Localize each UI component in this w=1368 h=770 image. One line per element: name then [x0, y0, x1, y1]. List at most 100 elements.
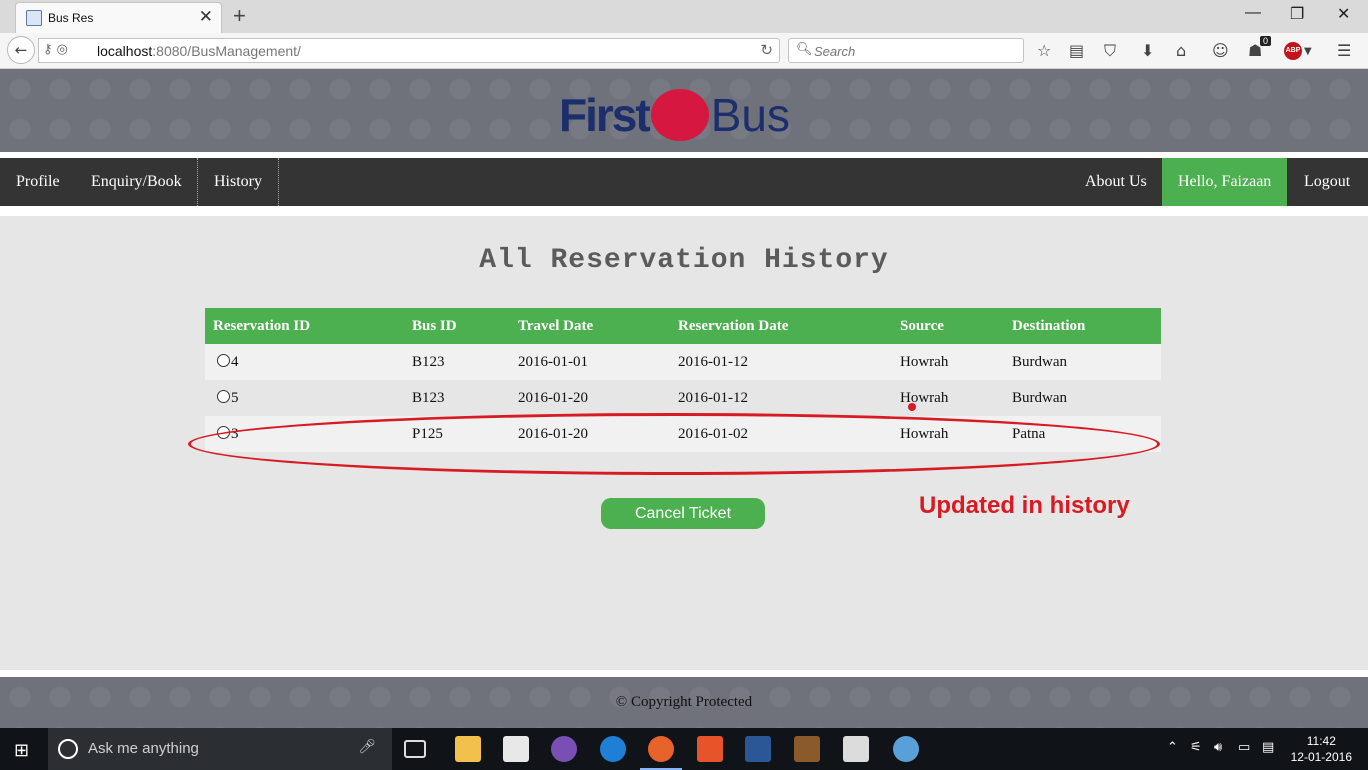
- source-cell: Howrah: [892, 416, 1004, 452]
- table-row: 3 P125 2016-01-20 2016-01-02 Howrah Patn…: [205, 416, 1161, 452]
- notification-badge: 0: [1260, 36, 1272, 46]
- edge-icon[interactable]: [600, 736, 626, 762]
- url-text[interactable]: localhost:8080/BusManagement/: [97, 43, 301, 59]
- close-window-icon[interactable]: ✕: [1337, 4, 1350, 24]
- menu-enquiry-book[interactable]: Enquiry/Book: [75, 158, 198, 206]
- first-bus-logo: First Bus: [559, 88, 790, 141]
- firefox-icon[interactable]: [640, 736, 682, 770]
- site-footer: © Copyright Protected: [0, 677, 1368, 728]
- annotation-dot: [908, 403, 916, 411]
- reservation-date-cell: 2016-01-12: [670, 380, 892, 416]
- reservation-id-cell: 5: [205, 380, 404, 416]
- pocket-icon[interactable]: ⛉: [1104, 41, 1116, 61]
- travel-date-cell: 2016-01-20: [510, 416, 670, 452]
- bus-id-cell: B123: [404, 380, 510, 416]
- volume-icon[interactable]: 🔊︎: [1214, 740, 1222, 755]
- browser-tabbar: Bus Res ✕ + — ❐ ✕: [0, 0, 1368, 33]
- travel-date-cell: 2016-01-20: [510, 380, 670, 416]
- clock-time: 11:42: [1306, 734, 1336, 748]
- destination-cell: Burdwan: [1004, 380, 1161, 416]
- reading-list-icon[interactable]: ▤: [1069, 41, 1084, 60]
- back-icon[interactable]: ←: [7, 36, 35, 64]
- cortana-icon: [58, 739, 78, 759]
- reservation-id-cell: 3: [205, 416, 404, 452]
- column-header: Source: [892, 308, 1004, 344]
- annotation-text: Updated in history: [919, 492, 1130, 519]
- column-header: Reservation ID: [205, 308, 404, 344]
- app-icon[interactable]: [551, 736, 577, 762]
- column-header: Destination: [1004, 308, 1161, 344]
- store-icon[interactable]: [503, 736, 529, 762]
- action-center-icon[interactable]: ▤: [1262, 740, 1274, 755]
- hello-chat-icon[interactable]: ☺: [1212, 41, 1229, 60]
- minimize-icon[interactable]: —: [1245, 4, 1261, 22]
- paint-icon[interactable]: [893, 736, 919, 762]
- reservation-radio[interactable]: [217, 389, 230, 403]
- search-placeholder: Search: [814, 44, 856, 59]
- reservation-table: Reservation ID Bus ID Travel Date Reserv…: [205, 308, 1161, 452]
- main-menu: Profile Enquiry/Book History About Us He…: [0, 158, 1368, 206]
- menu-profile[interactable]: Profile: [0, 158, 76, 206]
- menu-user-greeting[interactable]: Hello, Faizaan: [1162, 158, 1288, 206]
- download-icon[interactable]: ⬇: [1141, 41, 1154, 60]
- reservation-date-cell: 2016-01-12: [670, 344, 892, 380]
- wifi-icon[interactable]: ⚟: [1190, 740, 1202, 755]
- site-identity-icon[interactable]: ⚷◎: [43, 42, 72, 57]
- adblock-icon[interactable]: ABP: [1284, 42, 1302, 60]
- table-row: 4 B123 2016-01-01 2016-01-12 Howrah Burd…: [205, 344, 1161, 380]
- menu-about-us[interactable]: About Us: [1069, 158, 1163, 206]
- word-icon[interactable]: [745, 736, 771, 762]
- close-tab-icon[interactable]: ✕: [199, 7, 213, 27]
- reservation-date-cell: 2016-01-02: [670, 416, 892, 452]
- source-cell: Howrah: [892, 380, 1004, 416]
- bus-id-cell: B123: [404, 344, 510, 380]
- app-icon[interactable]: [794, 736, 820, 762]
- copyright-text: © Copyright Protected: [615, 694, 753, 710]
- microphone-icon[interactable]: 🎤︎: [358, 739, 376, 755]
- destination-cell: Burdwan: [1004, 344, 1161, 380]
- table-row: 5 B123 2016-01-20 2016-01-12 Howrah Burd…: [205, 380, 1161, 416]
- restore-icon[interactable]: ❐: [1290, 4, 1304, 24]
- url-bar[interactable]: ⚷◎ localhost:8080/BusManagement/ ↻: [38, 38, 780, 63]
- show-hidden-icons-icon[interactable]: ⌃: [1167, 740, 1178, 755]
- table-header-row: Reservation ID Bus ID Travel Date Reserv…: [205, 308, 1161, 344]
- cancel-ticket-button[interactable]: Cancel Ticket: [601, 498, 765, 529]
- divider: [0, 670, 1368, 677]
- battery-icon[interactable]: ▭: [1238, 740, 1250, 755]
- clock-date: 12-01-2016: [1290, 750, 1352, 764]
- windows-taskbar: ⊞ Ask me anything 🎤︎ ⌃ ⚟ 🔊︎ ▭ ▤ 11:42 12…: [0, 728, 1368, 770]
- photos-icon[interactable]: [843, 736, 869, 762]
- adblock-dropdown-icon[interactable]: ▼: [1304, 46, 1312, 57]
- reservation-radio[interactable]: [217, 425, 230, 439]
- search-icon: 🔍︎: [796, 42, 813, 57]
- cortana-search-box[interactable]: Ask me anything 🎤︎: [48, 728, 392, 770]
- bookmark-star-icon[interactable]: ☆: [1037, 41, 1051, 60]
- menu-history[interactable]: History: [197, 158, 279, 206]
- bus-id-cell: P125: [404, 416, 510, 452]
- office-icon[interactable]: [697, 736, 723, 762]
- divider: [0, 206, 1368, 216]
- home-icon[interactable]: ⌂: [1176, 41, 1186, 60]
- column-header: Reservation Date: [670, 308, 892, 344]
- reload-icon[interactable]: ↻: [760, 41, 773, 59]
- new-tab-icon[interactable]: +: [233, 3, 246, 29]
- reservation-radio[interactable]: [217, 353, 230, 367]
- column-header: Bus ID: [404, 308, 510, 344]
- menu-logout[interactable]: Logout: [1288, 158, 1366, 206]
- menu-icon[interactable]: ☰: [1337, 41, 1351, 60]
- search-input[interactable]: 🔍︎ Search: [788, 38, 1024, 63]
- page-title: All Reservation History: [479, 245, 889, 276]
- site-header: First Bus: [0, 69, 1368, 152]
- source-cell: Howrah: [892, 344, 1004, 380]
- windows-start-icon[interactable]: ⊞: [14, 740, 29, 761]
- browser-navbar: ← ⚷◎ localhost:8080/BusManagement/ ↻ 🔍︎ …: [0, 33, 1368, 69]
- tab-title: Bus Res: [48, 11, 94, 25]
- column-header: Travel Date: [510, 308, 670, 344]
- travel-date-cell: 2016-01-01: [510, 344, 670, 380]
- file-explorer-icon[interactable]: [455, 736, 481, 762]
- task-view-icon[interactable]: [404, 740, 426, 758]
- browser-tab[interactable]: Bus Res ✕: [15, 2, 222, 33]
- cortana-placeholder: Ask me anything: [88, 740, 199, 757]
- system-clock[interactable]: 11:42 12-01-2016: [1291, 733, 1352, 765]
- logo-swoosh-icon: [650, 88, 709, 141]
